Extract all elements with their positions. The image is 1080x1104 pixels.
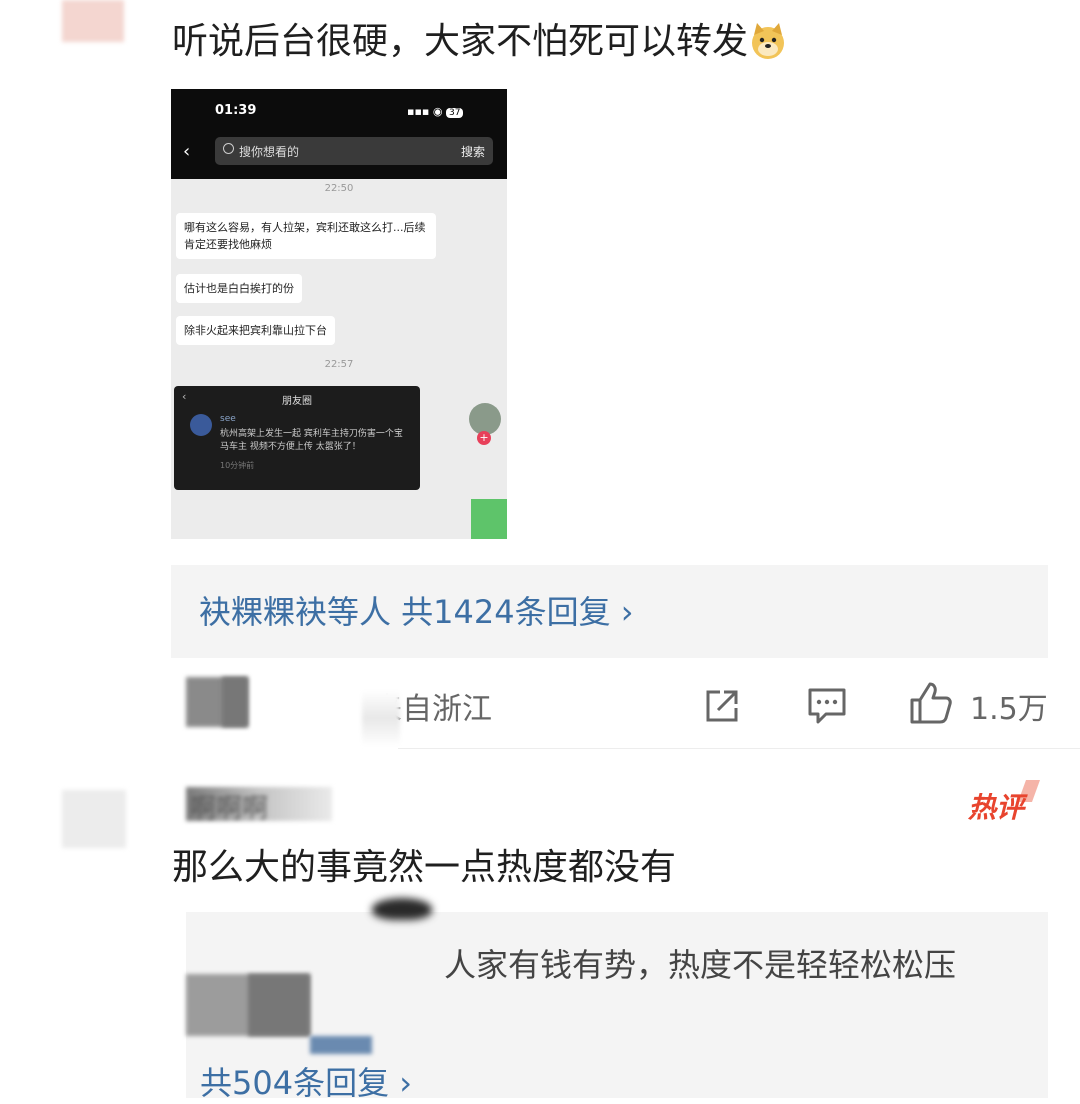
replies-link[interactable]: 共504条回复 › (200, 1058, 412, 1104)
moment-username: see (220, 414, 236, 424)
moment-avatar (190, 414, 212, 436)
chevron-right-icon: › (399, 1064, 413, 1102)
search-bar: 搜你想看的 搜索 (215, 137, 493, 165)
attached-screenshot[interactable]: 01:39 ▪▪▪ ◉ 37 ‹ 搜你想看的 搜索 22:50 哪有这么容易，有… (171, 89, 507, 539)
divider (398, 748, 1080, 749)
back-chevron-icon: ‹ (183, 141, 191, 162)
chat-bubble-icon (471, 499, 507, 539)
search-placeholder: 搜你想看的 (239, 145, 300, 159)
battery-indicator: ▪▪▪ ◉ 37 (407, 105, 464, 118)
commenter-avatar[interactable] (62, 0, 124, 42)
comment-text: 那么大的事竟然一点热度都没有 (172, 847, 677, 888)
search-button: 搜索 (461, 145, 486, 159)
share-icon[interactable] (702, 686, 742, 726)
thumbs-up-icon[interactable] (908, 680, 954, 726)
commenter-avatar[interactable] (62, 790, 126, 848)
moments-screenshot: ‹ 朋友圈 see 杭州高架上发生一起 宾利车主持刀伤害一个宝马车主 视频不方便… (174, 386, 420, 490)
smudge (310, 1036, 372, 1054)
username[interactable]: 啊啊啊 (190, 788, 268, 825)
moment-time: 10分钟前 (220, 461, 255, 470)
like-count: 1.5万 (970, 692, 1048, 727)
moment-text: 杭州高架上发生一起 宾利车主持刀伤害一个宝马车主 视频不方便上传 太嚣张了！ (220, 429, 403, 452)
comment-icon[interactable] (806, 686, 848, 726)
chat-message: 哪有这么容易，有人拉架，宾利还敢这么打...后续肯定还要找他麻烦 (176, 213, 436, 259)
chat-timestamp: 22:50 (324, 183, 354, 194)
smudge (362, 690, 400, 746)
search-icon (223, 143, 234, 154)
follow-badge: + (477, 431, 491, 445)
hot-comment-badge: 热评 (968, 791, 1025, 824)
smudge (372, 898, 432, 920)
chat-timestamp: 22:57 (324, 359, 354, 370)
avatar-overlay (222, 677, 248, 727)
chat-message: 除非火起来把宾利靠山拉下台 (176, 316, 335, 345)
phone-status-bar: 01:39 ▪▪▪ ◉ 37 ‹ 搜你想看的 搜索 (171, 89, 507, 179)
replies-summary[interactable]: 袂粿粿袂等人 共1424条回复 › (171, 565, 1048, 658)
reply-preview-text: 人家有钱有势，热度不是轻轻松松压 (444, 946, 957, 984)
chevron-right-icon: › (620, 593, 634, 631)
replies-link[interactable]: 袂粿粿袂等人 共1424条回复 › (199, 587, 634, 633)
doge-icon (752, 23, 785, 59)
reply-avatar-overlay (248, 974, 310, 1036)
moments-title: 朋友圈 (282, 396, 312, 407)
comment-text: 听说后台很硬，大家不怕死可以转发 (172, 14, 788, 70)
status-time: 01:39 (215, 103, 257, 118)
chat-message: 估计也是白白挨打的份 (176, 274, 302, 303)
